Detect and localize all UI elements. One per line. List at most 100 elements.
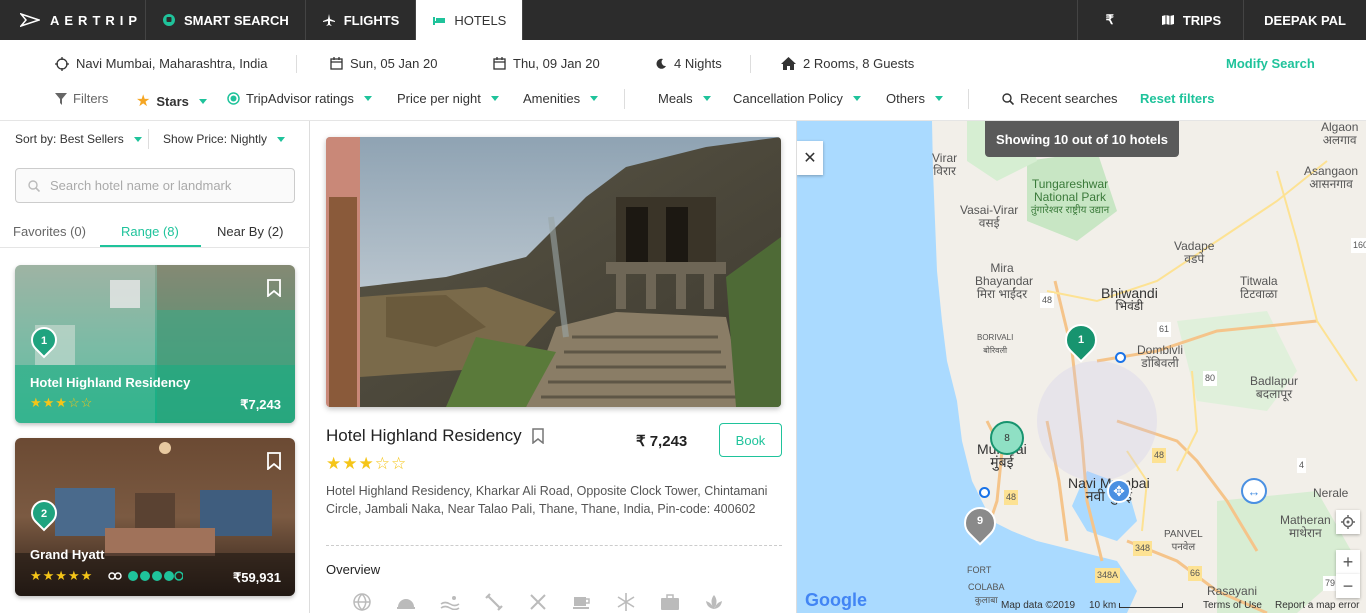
- calendar-icon: [330, 57, 343, 70]
- ac-icon: [615, 591, 637, 613]
- nav-flights[interactable]: FLIGHTS: [306, 0, 417, 40]
- recent-searches-button[interactable]: Recent searches: [1002, 91, 1118, 106]
- location-field[interactable]: Navi Mumbai, Maharashtra, India: [55, 56, 267, 71]
- book-button[interactable]: Book: [719, 423, 782, 457]
- road-shield: 348: [1133, 541, 1153, 556]
- bookmark-icon[interactable]: [267, 279, 281, 297]
- tab-label: Near By: [217, 224, 264, 239]
- meals-filter[interactable]: Meals: [658, 91, 711, 106]
- map-cluster-marker[interactable]: 8: [990, 421, 1024, 455]
- spa-icon: [703, 591, 725, 613]
- tab-label: Favorites: [13, 224, 67, 239]
- hotel-card[interactable]: 2 Grand Hyatt ★★★★★ ₹59,931: [15, 438, 295, 596]
- guests-field[interactable]: 2 Rooms, 8 Guests: [781, 56, 914, 71]
- funnel-icon: [55, 92, 67, 105]
- others-filter-label: Others: [886, 91, 926, 106]
- close-map-button[interactable]: ✕: [797, 141, 823, 175]
- bookmark-icon[interactable]: [267, 452, 281, 470]
- pin-number: 2: [40, 508, 48, 520]
- coffee-icon: [571, 591, 593, 613]
- hotel-image: [326, 137, 781, 407]
- map-label: PANVEL पनवेल: [1164, 528, 1203, 554]
- terms-link[interactable]: Terms of Use: [1203, 600, 1262, 611]
- stars-filter-label: Stars: [156, 93, 189, 109]
- aertrip-logo[interactable]: AERTRIP: [0, 0, 146, 40]
- restaurant-icon: [527, 591, 549, 613]
- active-tab-indicator: [100, 245, 201, 247]
- cancellation-filter[interactable]: Cancellation Policy: [733, 91, 861, 106]
- map-label: COLABA कुलाबा: [968, 581, 1005, 607]
- tripadvisor-filter[interactable]: TripAdvisor ratings: [227, 91, 372, 106]
- chevron-down-icon: [852, 96, 861, 101]
- amenities-filter[interactable]: Amenities: [523, 91, 599, 106]
- hotel-detail-photo[interactable]: [326, 137, 781, 407]
- my-location-button[interactable]: [1336, 510, 1360, 534]
- tab-nearby[interactable]: Near By (2): [217, 224, 283, 239]
- sort-dropdown[interactable]: Sort by: Best Sellers: [15, 132, 142, 146]
- road-shield: 79: [1323, 576, 1338, 591]
- resize-icon[interactable]: ↔: [1241, 478, 1267, 504]
- others-filter[interactable]: Others: [886, 91, 944, 106]
- map-label: Dombivli डोंबिवली: [1137, 344, 1183, 370]
- divider: [624, 89, 625, 109]
- map-pin-number: 1: [1077, 334, 1085, 346]
- price-filter[interactable]: Price per night: [397, 91, 499, 106]
- user-name: DEEPAK PAL: [1264, 12, 1346, 28]
- checkin-value: Sun, 05 Jan 20: [350, 56, 438, 71]
- chevron-down-icon: [198, 98, 207, 104]
- map-label: Vasai-Virar वसई: [960, 204, 1018, 230]
- label-en: COLABA: [968, 582, 1005, 592]
- home-icon: [781, 57, 796, 70]
- nav-smart-search[interactable]: SMART SEARCH: [146, 0, 306, 40]
- tab-range[interactable]: Range (8): [121, 224, 179, 239]
- tripadvisor-filter-label: TripAdvisor ratings: [246, 91, 354, 106]
- scale-bar: [1119, 602, 1184, 608]
- nav-trips[interactable]: TRIPS: [1081, 0, 1243, 40]
- label-hi: बोरिवली: [983, 346, 1008, 355]
- map-panel[interactable]: ✕ Showing 10 out of 10 hotels Virar विरार…: [797, 121, 1366, 613]
- bookmark-icon[interactable]: [531, 428, 544, 444]
- hotel-detail-title-row: Hotel Highland Residency: [326, 426, 544, 446]
- show-price-dropdown[interactable]: Show Price: Nightly: [163, 132, 286, 146]
- label-en: Mira Bhayandar: [975, 261, 1034, 288]
- tab-favorites[interactable]: Favorites (0): [13, 224, 86, 239]
- nav-smart-search-label: SMART SEARCH: [184, 12, 289, 28]
- road-shield: 66: [1188, 566, 1203, 581]
- top-nav: AERTRIP SMART SEARCH FLIGHTS HOTELS ₹ TR…: [0, 0, 1366, 40]
- hotel-detail-stars: ★★★☆☆: [326, 454, 408, 473]
- map-label: Algaon अलगाव: [1321, 121, 1358, 147]
- road-shield: 4: [1297, 458, 1307, 473]
- tripadvisor-icon: [227, 92, 240, 105]
- reset-filters-link[interactable]: Reset filters: [1140, 91, 1214, 106]
- chevron-down-icon: [490, 96, 499, 101]
- tab-count: (0): [70, 224, 86, 239]
- nav-hotels-label: HOTELS: [454, 12, 507, 28]
- road-shield: 48: [1004, 490, 1019, 505]
- user-menu[interactable]: DEEPAK PAL: [1243, 0, 1366, 40]
- label-hi: पनवेल: [1171, 542, 1196, 553]
- modify-search-link[interactable]: Modify Search: [1226, 56, 1315, 71]
- nav-right: ₹ TRIPS DEEPAK PAL: [1076, 0, 1366, 40]
- cloche-icon: [395, 591, 417, 613]
- zoom-out-button[interactable]: −: [1336, 574, 1360, 598]
- road-shield: 348A: [1095, 568, 1121, 583]
- filters-button[interactable]: Filters: [55, 91, 108, 106]
- checkout-field[interactable]: Thu, 09 Jan 20: [493, 56, 600, 71]
- label-en: Tungareshwar National Park: [1031, 177, 1109, 204]
- filters-label: Filters: [73, 91, 109, 106]
- hotel-card-stars: ★★★★★: [30, 568, 94, 583]
- move-icon[interactable]: ✥: [1107, 479, 1131, 503]
- moon-icon: [656, 58, 666, 69]
- divider: [326, 545, 782, 546]
- checkin-field[interactable]: Sun, 05 Jan 20: [330, 56, 437, 71]
- nav-hotels[interactable]: HOTELS: [416, 0, 524, 40]
- zoom-in-button[interactable]: +: [1336, 550, 1360, 574]
- map-label: Tungareshwar National Park तुंगारेश्वर रा…: [1025, 178, 1115, 217]
- map-label: Asangaon आसनगाव: [1304, 165, 1358, 191]
- hotel-search-input[interactable]: Search hotel name or landmark: [15, 168, 295, 203]
- report-map-error-link[interactable]: Report a map error: [1275, 600, 1359, 611]
- hotel-card[interactable]: 1 Hotel Highland Residency ★★★☆☆ ₹7,243: [15, 265, 295, 423]
- stars-filter[interactable]: ★ Stars: [136, 91, 207, 111]
- showing-hotels-banner: Showing 10 out of 10 hotels: [985, 121, 1179, 157]
- map-label: Vadape वडपे: [1174, 240, 1214, 266]
